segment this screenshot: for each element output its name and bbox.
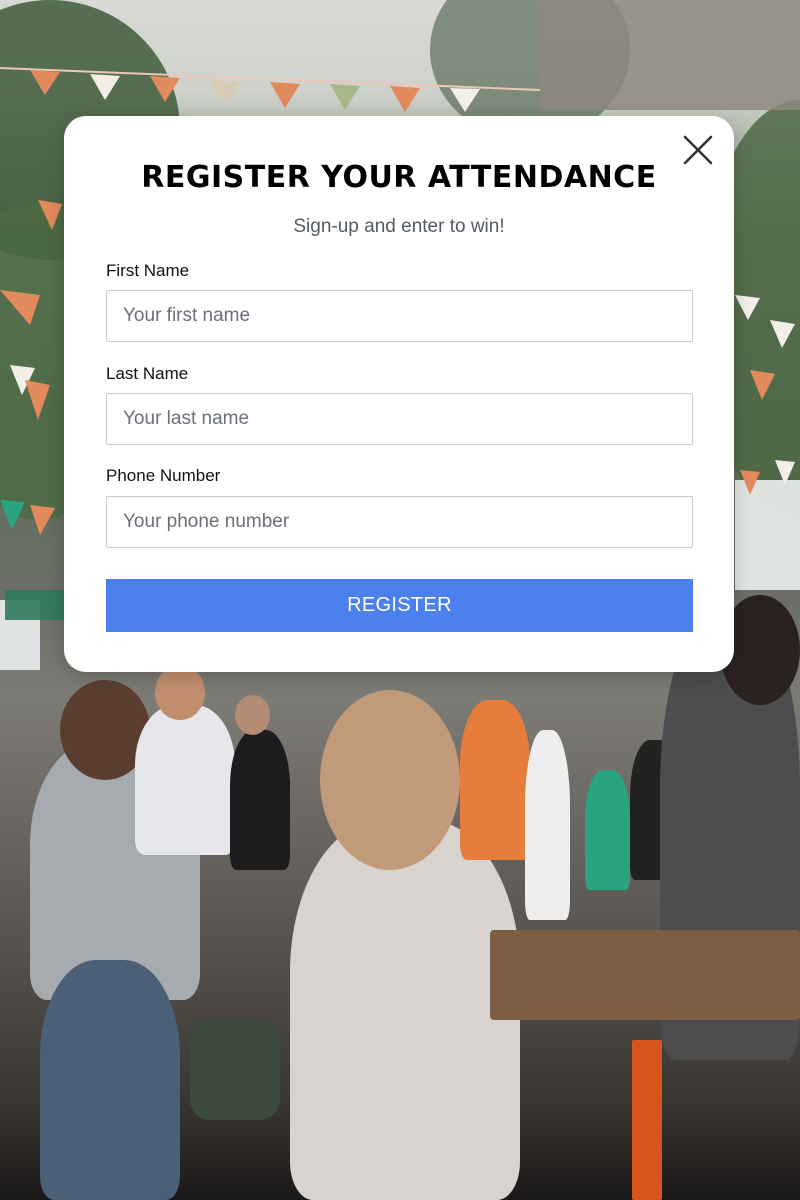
phone-number-field[interactable] <box>106 496 693 548</box>
last-name-label: Last Name <box>106 364 189 383</box>
last-name-field[interactable] <box>106 393 693 445</box>
registration-modal: REGISTER YOUR ATTENDANCE Sign-up and ent… <box>64 116 734 672</box>
modal-title: REGISTER YOUR ATTENDANCE <box>141 160 657 195</box>
register-button[interactable]: REGISTER <box>106 579 693 632</box>
first-name-field[interactable] <box>106 290 693 342</box>
first-name-label: First Name <box>106 261 190 280</box>
phone-number-label: Phone Number <box>106 466 221 485</box>
modal-subtitle: Sign-up and enter to win! <box>293 216 505 237</box>
